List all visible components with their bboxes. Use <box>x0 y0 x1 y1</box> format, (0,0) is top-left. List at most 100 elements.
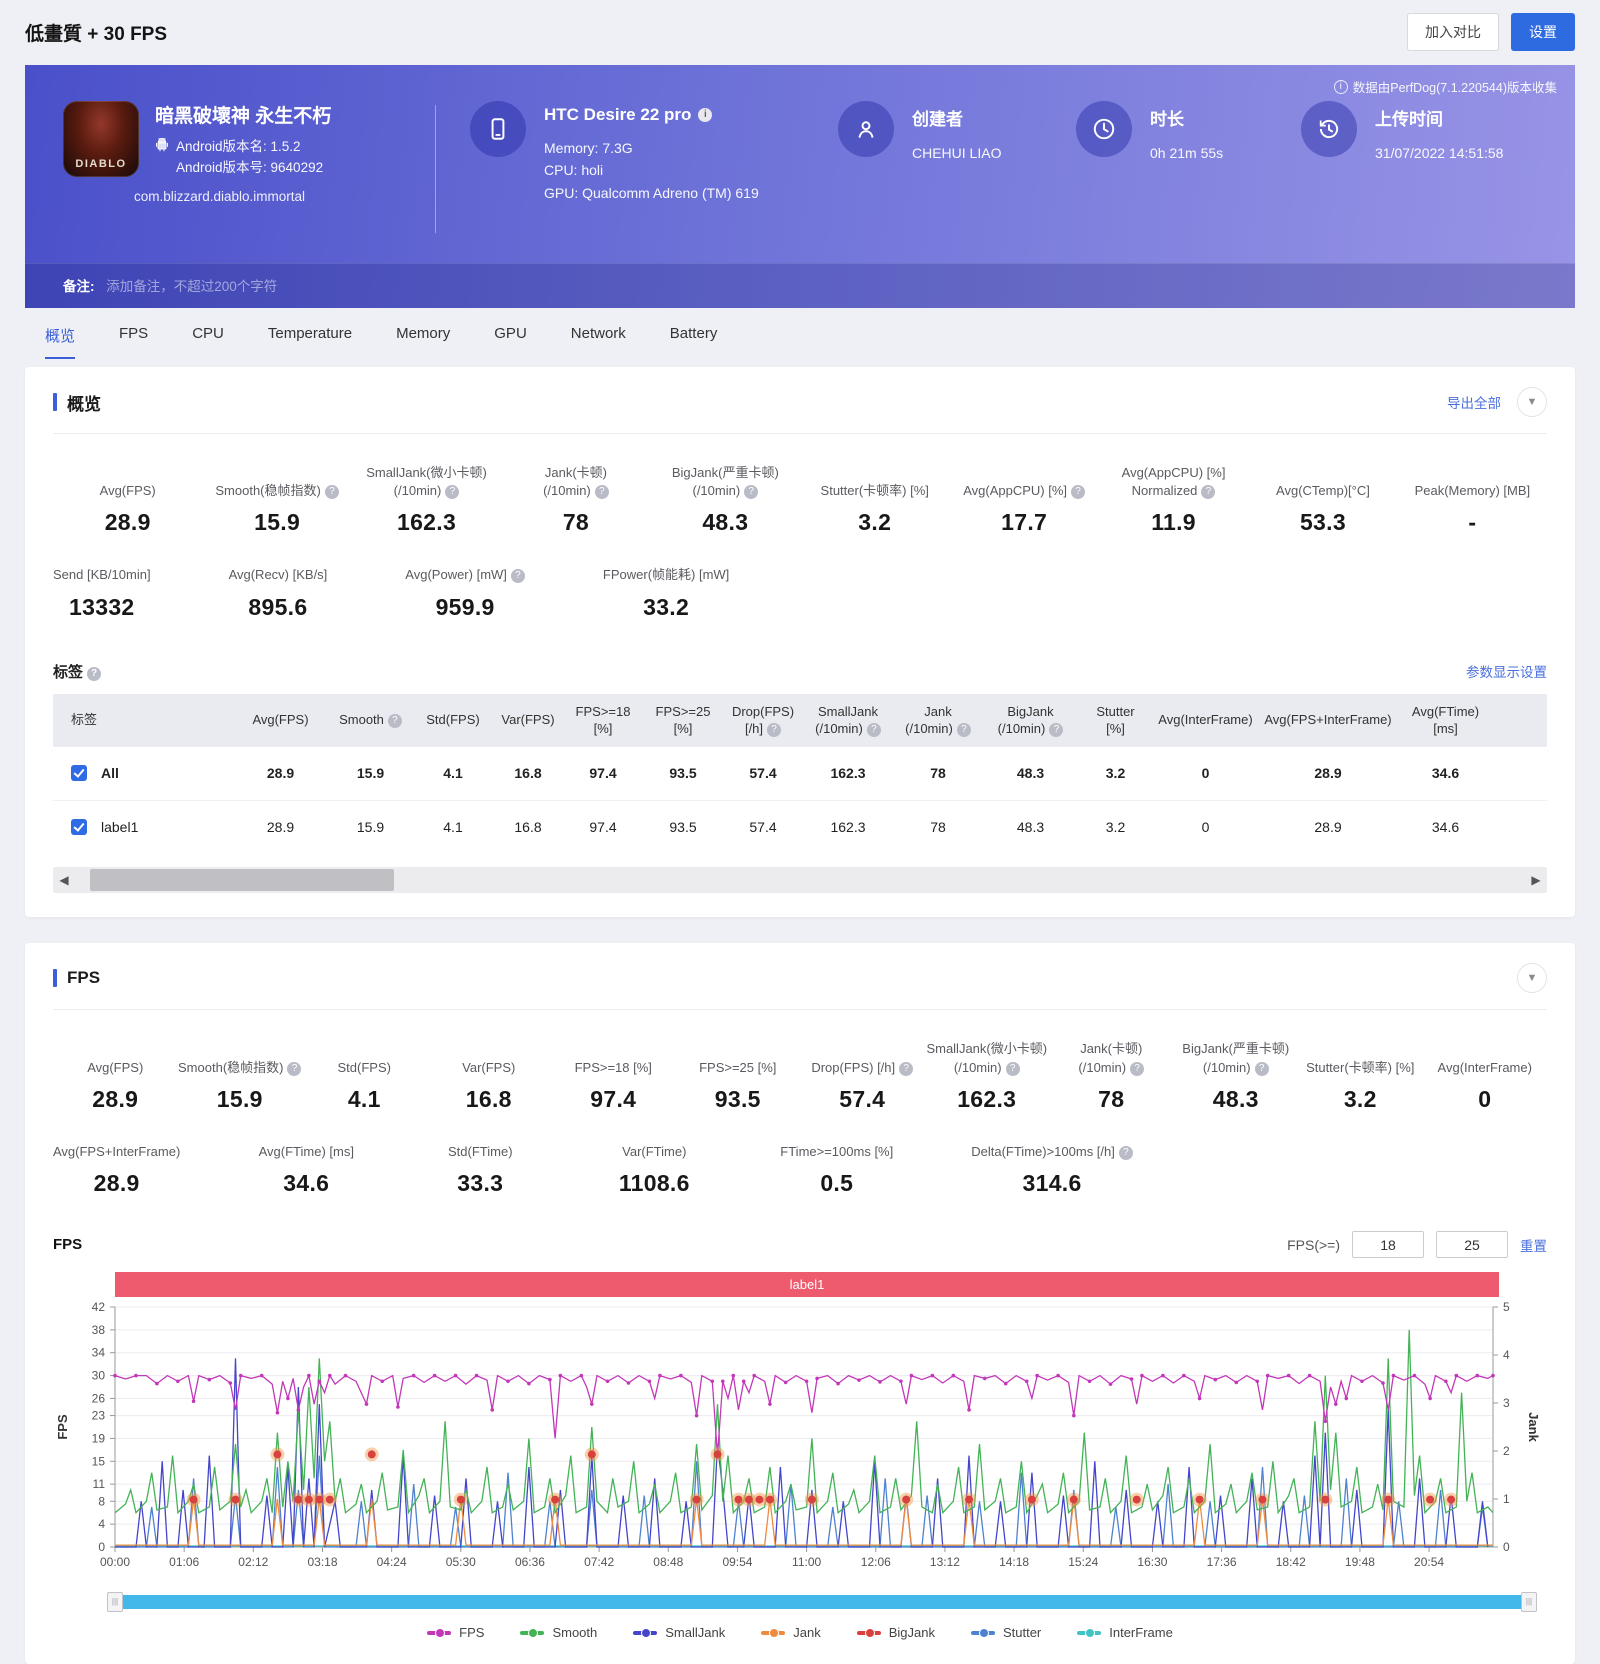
help-icon[interactable]: ? <box>744 485 758 499</box>
chart-legend: FPS Smooth SmallJank Jank BigJank Stutter Inte… <box>53 1625 1547 1640</box>
clock-icon <box>1076 101 1132 157</box>
collapse-fps-button[interactable]: ▼ <box>1517 963 1547 993</box>
row-checkbox[interactable] <box>71 765 87 781</box>
svg-text:2: 2 <box>1503 1444 1510 1458</box>
help-icon[interactable]: ? <box>867 723 881 737</box>
device-info-icon[interactable]: i <box>698 108 712 122</box>
metric: FTime>=100ms [%]0.5 <box>780 1143 893 1197</box>
metric: Std(FTime)33.3 <box>432 1143 528 1197</box>
cell: 28.9 <box>1258 818 1398 837</box>
tab-battery[interactable]: Battery <box>670 325 718 359</box>
svg-text:0: 0 <box>1503 1540 1510 1554</box>
column-header: Std(FPS) <box>413 711 493 729</box>
fps-threshold-min-input[interactable] <box>1352 1231 1424 1258</box>
svg-text:19: 19 <box>92 1431 106 1445</box>
column-header: FPS>=25 [%] <box>643 703 723 738</box>
tab-overview[interactable]: 概览 <box>45 325 75 359</box>
column-header: Jank (/10min)? <box>893 703 983 738</box>
svg-text:03:18: 03:18 <box>307 1555 337 1569</box>
svg-text:0: 0 <box>98 1540 105 1554</box>
legend-item-fps[interactable]: FPS <box>427 1625 484 1640</box>
metric: BigJank(严重卡顿) (/10min)?48.3 <box>651 464 800 536</box>
cell: 15.9 <box>328 764 413 783</box>
help-icon[interactable]: ? <box>325 485 339 499</box>
metric: Avg(InterFrame)0 <box>1423 1040 1548 1112</box>
cell: 4.1 <box>413 818 493 837</box>
svg-text:16:30: 16:30 <box>1137 1555 1167 1569</box>
help-icon[interactable]: ? <box>595 485 609 499</box>
add-compare-button[interactable]: 加入对比 <box>1407 13 1499 51</box>
legend-item-bigjank[interactable]: BigJank <box>857 1625 935 1640</box>
reset-link[interactable]: 重置 <box>1520 1235 1547 1255</box>
help-icon[interactable]: ? <box>287 1062 301 1076</box>
tab-gpu[interactable]: GPU <box>494 325 527 359</box>
chart-range-slider: ||| ||| <box>107 1592 1537 1612</box>
help-icon[interactable]: ? <box>957 723 971 737</box>
svg-text:09:54: 09:54 <box>722 1555 752 1569</box>
help-icon[interactable]: ? <box>1255 1062 1269 1076</box>
metric: Avg(FPS)28.9 <box>53 464 202 536</box>
column-header: Stutter [%] <box>1078 703 1153 738</box>
label1-region-bar[interactable]: label1 <box>115 1272 1499 1297</box>
help-icon[interactable]: ? <box>767 723 781 737</box>
settings-button[interactable]: 设置 <box>1511 13 1575 51</box>
metric: FPower(帧能耗) [mW]33.2 <box>603 566 729 620</box>
overview-section-title: 概览 <box>53 390 101 415</box>
help-icon[interactable]: ? <box>445 485 459 499</box>
slider-right-handle[interactable]: ||| <box>1521 1592 1537 1612</box>
fps-metrics-row2: Avg(FPS+InterFrame)28.9Avg(FTime) [ms]34… <box>53 1143 1547 1197</box>
svg-text:01:06: 01:06 <box>169 1555 199 1569</box>
metric: Send [KB/10min]13332 <box>53 566 151 620</box>
legend-item-smalljank[interactable]: SmallJank <box>633 1625 725 1640</box>
slider-bar[interactable] <box>115 1595 1529 1609</box>
scroll-right-arrow[interactable]: ▶ <box>1525 873 1547 887</box>
svg-text:11: 11 <box>93 1477 106 1491</box>
help-icon[interactable]: ? <box>388 714 402 728</box>
scrollbar-thumb[interactable] <box>90 869 395 891</box>
metric: Smooth(稳帧指数)?15.9 <box>202 464 351 536</box>
scroll-left-arrow[interactable]: ◀ <box>53 873 75 887</box>
help-icon[interactable]: ? <box>1201 485 1215 499</box>
column-header: SmallJank (/10min)? <box>803 703 893 738</box>
divider <box>435 105 436 233</box>
cell: 3.2 <box>1078 764 1153 783</box>
row-checkbox[interactable] <box>71 819 87 835</box>
legend-item-stutter[interactable]: Stutter <box>971 1625 1041 1640</box>
cell: 4.1 <box>413 764 493 783</box>
svg-text:38: 38 <box>92 1323 106 1337</box>
help-icon[interactable]: ? <box>1119 1146 1133 1160</box>
help-icon[interactable]: ? <box>1071 485 1085 499</box>
tab-fps[interactable]: FPS <box>119 325 148 359</box>
param-display-settings-link[interactable]: 参数显示设置 <box>1466 661 1547 681</box>
help-icon[interactable]: ? <box>1130 1062 1144 1076</box>
svg-text:34: 34 <box>92 1346 106 1360</box>
cell: 93.5 <box>643 764 723 783</box>
tab-temperature[interactable]: Temperature <box>268 325 352 359</box>
legend-item-interframe[interactable]: InterFrame <box>1077 1625 1173 1640</box>
tab-cpu[interactable]: CPU <box>192 325 224 359</box>
device-cpu: CPU: holi <box>544 159 759 181</box>
slider-left-handle[interactable]: ||| <box>107 1592 123 1612</box>
app-name: 暗黑破壞神 永生不朽 <box>155 101 331 128</box>
help-icon[interactable]: ? <box>899 1062 913 1076</box>
svg-text:04:24: 04:24 <box>377 1555 407 1569</box>
fps-threshold-max-input[interactable] <box>1436 1231 1508 1258</box>
help-icon[interactable]: ? <box>87 667 101 681</box>
tab-bar: 概览 FPS CPU Temperature Memory GPU Network Batte… <box>0 308 1600 359</box>
tab-memory[interactable]: Memory <box>396 325 450 359</box>
cell: 34.6 <box>1398 764 1493 783</box>
note-strip[interactable]: 备注: 添加备注，不超过200个字符 <box>25 263 1575 308</box>
svg-text:3: 3 <box>1503 1396 1510 1410</box>
export-all-link[interactable]: 导出全部 <box>1447 392 1501 412</box>
help-icon[interactable]: ? <box>1006 1062 1020 1076</box>
note-input-placeholder[interactable]: 添加备注，不超过200个字符 <box>106 279 277 294</box>
tab-network[interactable]: Network <box>571 325 626 359</box>
help-icon[interactable]: ? <box>1049 723 1063 737</box>
cell: 162.3 <box>803 818 893 837</box>
legend-item-smooth[interactable]: Smooth <box>520 1625 597 1640</box>
help-icon[interactable]: ? <box>511 569 525 583</box>
legend-item-jank[interactable]: Jank <box>761 1625 820 1640</box>
report-banner: i 数据由PerfDog(7.1.220544)版本收集 DIABLO 暗黑破壞… <box>25 65 1575 308</box>
svg-text:11:00: 11:00 <box>792 1555 821 1569</box>
collapse-overview-button[interactable]: ▼ <box>1517 387 1547 417</box>
